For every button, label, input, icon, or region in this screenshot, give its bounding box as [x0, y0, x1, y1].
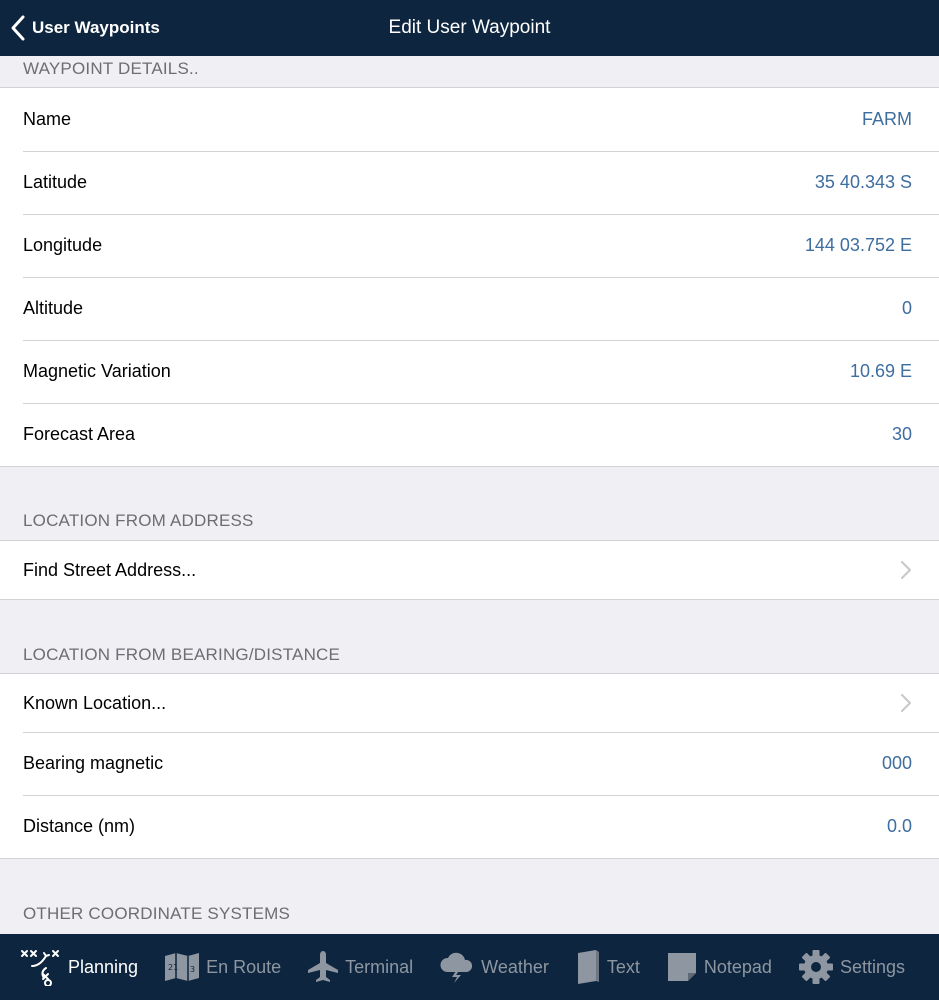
- row-label: Find Street Address...: [23, 559, 197, 580]
- section-header-other-coordinate-systems: OTHER COORDINATE SYSTEMS: [23, 904, 291, 923]
- row-label: Latitude: [23, 172, 88, 192]
- row-label: Name: [23, 109, 72, 129]
- chevron-left-icon: [11, 15, 25, 41]
- tab-label: Weather: [481, 956, 549, 977]
- waypoint-details-group: Name FARM Latitude 35 40.343 S Longitude…: [0, 87, 939, 467]
- row-value: 0.0: [886, 816, 912, 836]
- back-button-label: User Waypoints: [32, 18, 160, 37]
- svg-text:3: 3: [190, 965, 195, 974]
- tab-weather[interactable]: Weather: [439, 950, 549, 984]
- row-value: 0: [901, 298, 912, 318]
- row-find-street-address[interactable]: Find Street Address...: [0, 541, 939, 599]
- row-bearing-magnetic[interactable]: Bearing magnetic 000: [0, 732, 939, 795]
- row-value: FARM: [861, 109, 912, 129]
- location-from-address-group: Find Street Address...: [0, 540, 939, 600]
- map-icon: 21 3: [165, 953, 200, 981]
- row-name[interactable]: Name FARM: [0, 88, 939, 151]
- row-label: Bearing magnetic: [23, 753, 164, 773]
- tab-bar: Planning 21 3 En Route Terminal Weather …: [0, 934, 939, 1000]
- row-distance[interactable]: Distance (nm) 0.0: [0, 795, 939, 858]
- row-altitude[interactable]: Altitude 0: [0, 277, 939, 340]
- document-icon: [577, 950, 599, 984]
- row-value: 10.69 E: [849, 361, 912, 381]
- row-label: Known Location...: [23, 692, 167, 713]
- settings-list[interactable]: WAYPOINT DETAILS.. Name FARM Latitude 35…: [0, 56, 939, 934]
- back-button[interactable]: User Waypoints: [10, 0, 160, 56]
- row-value: 30: [891, 424, 912, 444]
- navigation-bar: User Waypoints Edit User Waypoint: [0, 0, 939, 56]
- notepad-icon: [667, 953, 696, 981]
- row-label: Magnetic Variation: [23, 361, 171, 381]
- planning-icon: [21, 950, 59, 986]
- tab-planning[interactable]: Planning: [20, 948, 138, 986]
- row-magnetic-variation[interactable]: Magnetic Variation 10.69 E: [0, 340, 939, 403]
- gear-icon: [798, 950, 833, 984]
- tab-label: Terminal: [345, 956, 414, 977]
- row-longitude[interactable]: Longitude 144 03.752 E: [0, 214, 939, 277]
- tab-notepad[interactable]: Notepad: [666, 951, 772, 983]
- row-label: Forecast Area: [23, 424, 136, 444]
- tab-text[interactable]: Text: [575, 949, 640, 985]
- chevron-right-icon: [901, 694, 911, 712]
- section-header-waypoint-details: WAYPOINT DETAILS..: [23, 59, 199, 78]
- tab-label: Planning: [68, 956, 139, 977]
- tab-label: Text: [606, 956, 640, 977]
- tab-label: Notepad: [703, 956, 772, 977]
- airplane-icon: [308, 951, 339, 982]
- row-latitude[interactable]: Latitude 35 40.343 S: [0, 151, 939, 214]
- weather-cloud-icon: [440, 952, 473, 983]
- section-header-location-from-address: LOCATION FROM ADDRESS: [23, 511, 254, 530]
- row-value: 000: [881, 753, 912, 773]
- row-value: 144 03.752 E: [804, 235, 912, 255]
- row-value: 35 40.343 S: [814, 172, 912, 192]
- tab-label: Settings: [839, 956, 905, 977]
- row-label: Longitude: [23, 235, 103, 255]
- chevron-right-icon: [901, 561, 911, 579]
- tab-label: En Route: [206, 956, 282, 977]
- svg-text:21: 21: [168, 963, 178, 972]
- row-label: Altitude: [23, 298, 84, 318]
- section-header-location-from-bearing: LOCATION FROM BEARING/DISTANCE: [23, 645, 341, 664]
- tab-en-route[interactable]: 21 3 En Route: [164, 952, 281, 982]
- location-from-bearing-group: Known Location... Bearing magnetic 000 D…: [0, 673, 939, 859]
- tab-settings[interactable]: Settings: [798, 949, 905, 985]
- tab-terminal[interactable]: Terminal: [307, 950, 413, 984]
- row-forecast-area[interactable]: Forecast Area 30: [0, 403, 939, 466]
- row-known-location[interactable]: Known Location...: [0, 674, 939, 732]
- row-label: Distance (nm): [23, 816, 136, 836]
